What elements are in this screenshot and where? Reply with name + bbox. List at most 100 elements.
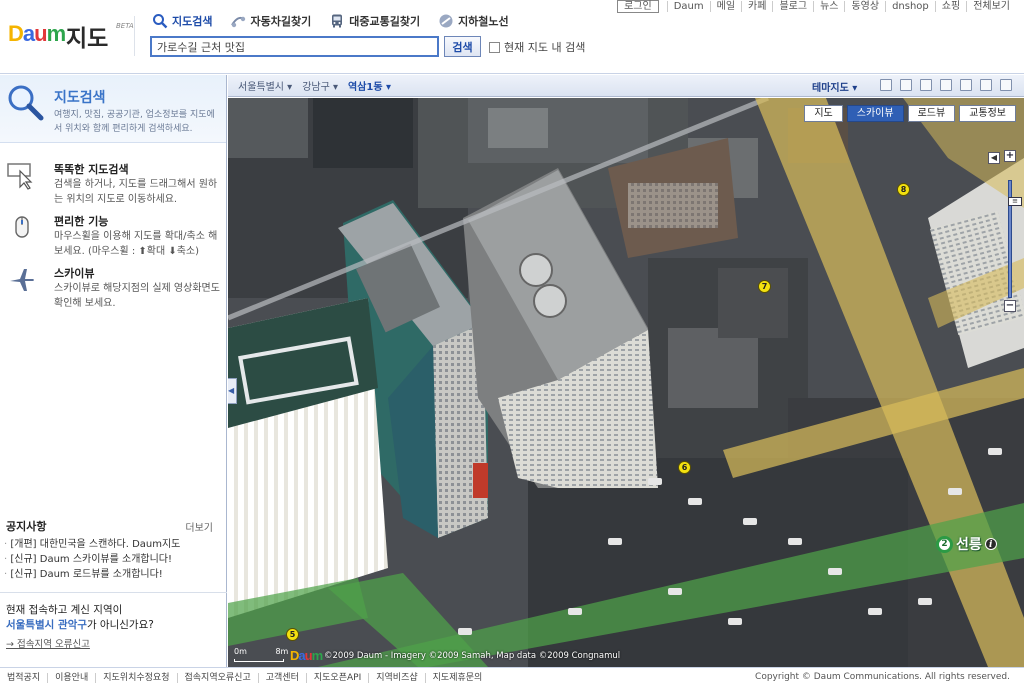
global-nav-link[interactable]: dnshop — [885, 1, 935, 12]
pan-left-button[interactable]: ◀ — [988, 152, 1000, 164]
global-nav-link[interactable]: Daum — [666, 1, 710, 12]
region-suffix: 가 아니신가요? — [86, 619, 154, 631]
poi-marker[interactable]: 6 — [678, 461, 691, 474]
collapse-left-panel-button[interactable]: ◀ — [228, 378, 237, 404]
tab-subway[interactable]: 지하철노선 — [438, 11, 509, 31]
notice-more-link[interactable]: 더보기 — [185, 519, 213, 534]
airplane-icon — [6, 265, 36, 295]
car-route-icon — [230, 13, 246, 29]
view-traffic-button[interactable]: 교통정보 — [959, 105, 1016, 122]
poi-marker[interactable]: 7 — [758, 280, 771, 293]
breadcrumb-dong[interactable]: 역삼1동 ▾ — [348, 78, 391, 93]
logo-letter: D — [8, 21, 24, 46]
poi-marker[interactable]: 8 — [897, 183, 910, 196]
left-panel-desc: 여행지, 맛집, 공공기관, 업소정보를 지도에서 위치와 함께 편리하게 검색… — [54, 110, 215, 134]
scale-bar — [234, 659, 284, 662]
map-panel: 서울특별시 ▾ 강남구 ▾ 역삼1동 ▾ 테마지도 ▾ ◀ 지도 스카이뷰 로드… — [228, 75, 1024, 667]
footer-link[interactable]: 접속지역오류신고 — [176, 672, 258, 683]
service-tabs: 지도검색 자동차길찾기 대중교통길찾기 지하철노선 — [152, 11, 509, 31]
login-button[interactable]: 로그인 — [617, 0, 659, 13]
view-skyview-button[interactable]: 스카이뷰 — [846, 105, 904, 122]
footer-link[interactable]: 이용안내 — [47, 672, 95, 683]
breadcrumb-district[interactable]: 강남구 ▾ — [302, 78, 338, 93]
scale-end: 8m — [275, 647, 289, 656]
map-copyright: ©2009 Daum - Imagery ©2009 Samah, Map da… — [324, 651, 621, 661]
map-tools — [880, 79, 1012, 91]
email-icon[interactable] — [920, 79, 932, 91]
restore-icon[interactable] — [1000, 79, 1012, 91]
region-line1: 현재 접속하고 계신 지역이 — [6, 604, 123, 616]
zoom-out-button[interactable]: − — [1004, 300, 1016, 312]
feature-desc: 검색을 하거나, 지도를 드래그해서 원하는 위치의 지도로 이동하세요. — [54, 179, 218, 205]
station-name: 선릉 — [956, 537, 982, 553]
map-view-switch: 지도 스카이뷰 로드뷰 교통정보 — [804, 105, 1016, 122]
zoom-slider-handle[interactable]: ≡ — [1008, 197, 1022, 206]
notice-item[interactable]: [신규] Daum 스카이뷰를 소개합니다! — [4, 552, 180, 567]
global-nav-link[interactable]: 전체보기 — [966, 1, 1016, 12]
zoom-in-button[interactable]: + — [1004, 150, 1016, 162]
footer-link[interactable]: 지도제휴문의 — [424, 672, 490, 683]
breadcrumb: 서울특별시 ▾ 강남구 ▾ 역삼1동 ▾ — [228, 78, 391, 93]
logo-divider — [134, 16, 135, 56]
tab-map-search[interactable]: 지도검색 — [152, 11, 212, 31]
logo-letter: m — [311, 648, 324, 663]
save-icon[interactable] — [900, 79, 912, 91]
left-panel-header: 지도검색 여행지, 맛집, 공공기관, 업소정보를 지도에서 위치와 함께 편리… — [0, 75, 226, 143]
info-icon[interactable]: i — [984, 538, 997, 550]
poi-marker[interactable]: 5 — [286, 628, 299, 641]
scale-start: 0m — [234, 647, 247, 656]
header: Daum 지도 BETA 지도검색 자동차길찾기 대중교통길찾기 지하철노선 가… — [0, 0, 1024, 74]
search-button[interactable]: 검색 — [444, 36, 481, 57]
current-map-search-option[interactable]: 현재 지도 내 검색 — [489, 39, 585, 55]
logo-letter: u — [304, 648, 313, 663]
print-icon[interactable] — [880, 79, 892, 91]
footer-link[interactable]: 지역비즈샵 — [368, 672, 424, 683]
map-scale: 0m 8m — [234, 647, 289, 662]
beta-badge: BETA — [116, 22, 134, 30]
tab-public-transit[interactable]: 대중교통길찾기 — [329, 11, 420, 31]
skyview-map[interactable]: ◀ 지도 스카이뷰 로드뷰 교통정보 ◀ + ≡ − 5 6 7 8 2 선릉 … — [228, 98, 1024, 667]
footer-link[interactable]: 고객센터 — [257, 672, 306, 683]
current-map-search-label: 현재 지도 내 검색 — [504, 41, 586, 54]
logo-letter: a — [22, 21, 35, 46]
daum-logo: Daum — [8, 21, 67, 47]
notice-title: 공지사항 — [6, 520, 47, 533]
view-roadview-button[interactable]: 로드뷰 — [907, 105, 956, 122]
daum-map-logo[interactable]: Daum 지도 BETA — [8, 18, 134, 52]
global-nav-link[interactable]: 메일 — [709, 1, 741, 12]
region-error-report-link[interactable]: → 접속지역 오류신고 — [6, 636, 90, 650]
zoom-control: + ≡ − — [1004, 150, 1022, 312]
subway-icon — [438, 13, 454, 29]
subway-station-label[interactable]: 2 선릉 i — [936, 534, 997, 554]
tab-label: 지도검색 — [172, 15, 213, 28]
footer-link[interactable]: 지도위치수정요청 — [95, 672, 176, 683]
search-input[interactable] — [150, 36, 439, 57]
logo-letter: m — [46, 21, 67, 46]
view-map-button[interactable]: 지도 — [804, 105, 843, 122]
tab-label: 대중교통길찾기 — [349, 15, 421, 28]
footer-link[interactable]: 법적공지 — [0, 673, 47, 683]
notice-item[interactable]: [개편] 대한민국을 스캔하다. Daum지도 — [4, 537, 180, 552]
theme-map-dropdown[interactable]: 테마지도 ▾ — [812, 79, 857, 94]
global-nav-link[interactable]: 쇼핑 — [934, 1, 966, 12]
footer-link[interactable]: 지도오픈API — [305, 672, 368, 683]
magnifier-icon — [6, 83, 44, 121]
link-icon[interactable] — [940, 79, 952, 91]
global-nav-link[interactable]: 카페 — [741, 1, 772, 12]
feature-desc: 스카이뷰로 해당지점의 실제 영상화면도 확인해 보세요. — [54, 283, 220, 309]
global-nav-link[interactable]: 뉴스 — [813, 1, 844, 12]
logo-letter: u — [34, 21, 47, 46]
printer-icon[interactable] — [960, 79, 972, 91]
footer: 법적공지 이용안내 지도위치수정요청 접속지역오류신고 고객센터 지도오픈API… — [0, 667, 1024, 687]
tab-car-route[interactable]: 자동차길찾기 — [230, 11, 311, 31]
feature-title: 똑똑한 지도검색 — [54, 163, 129, 176]
notice-item[interactable]: [신규] Daum 로드뷰를 소개합니다! — [4, 567, 180, 582]
region-line2: 서울특별시 관악구가 아니신가요? — [6, 617, 154, 632]
fullscreen-icon[interactable] — [980, 79, 992, 91]
product-name: 지도 — [66, 26, 109, 52]
breadcrumb-city[interactable]: 서울특별시 ▾ — [238, 78, 292, 93]
global-nav-link[interactable]: 블로그 — [772, 1, 813, 12]
global-nav-link[interactable]: 동영상 — [844, 1, 885, 12]
current-map-search-checkbox[interactable] — [489, 41, 500, 53]
zoom-slider-track[interactable]: ≡ — [1008, 180, 1022, 298]
